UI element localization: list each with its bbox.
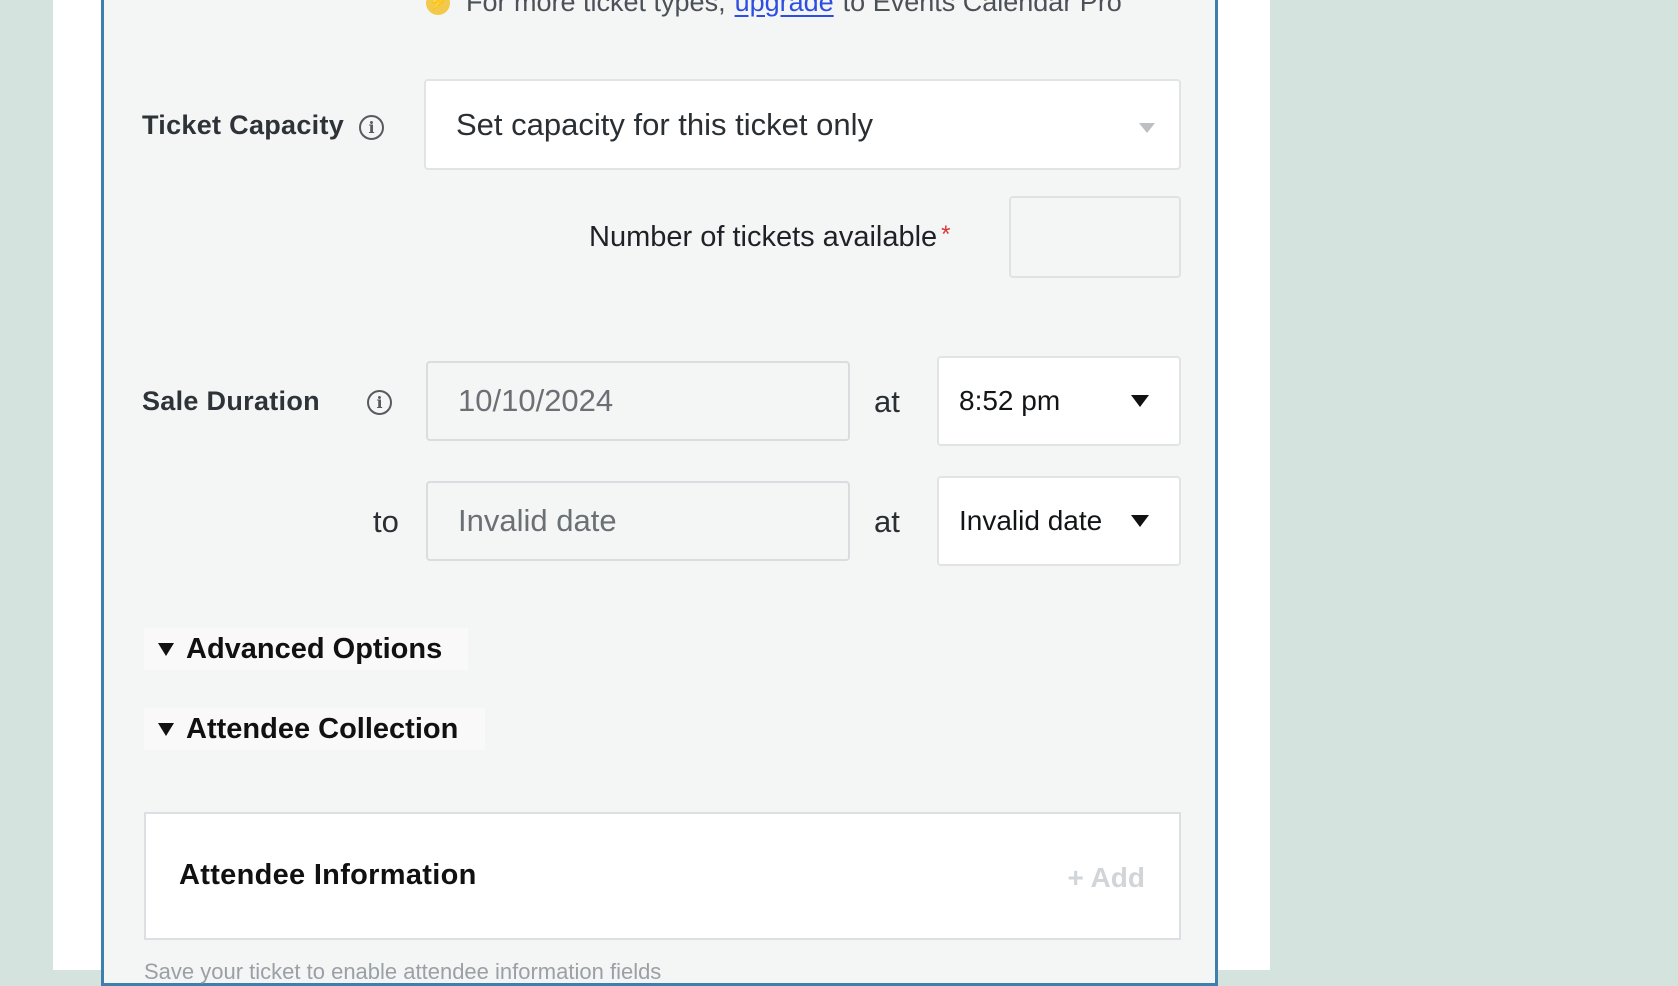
- upgrade-notice-prefix: For more ticket types,: [466, 0, 726, 17]
- attendee-collection-toggle[interactable]: Attendee Collection: [144, 708, 485, 750]
- info-icon[interactable]: i: [359, 115, 384, 140]
- tickets-available-input[interactable]: [1009, 196, 1181, 278]
- advanced-options-toggle[interactable]: Advanced Options: [144, 628, 468, 670]
- ticket-settings-panel: ⚡ For more ticket types, upgrade to Even…: [101, 0, 1218, 986]
- required-marker: *: [941, 221, 951, 248]
- lightning-bolt-icon: ⚡: [426, 0, 450, 15]
- triangle-down-icon: [158, 722, 174, 736]
- triangle-down-icon: [158, 642, 174, 656]
- tickets-available-text: Number of tickets available: [589, 221, 938, 253]
- end-time-select[interactable]: Invalid date: [937, 476, 1181, 566]
- ticket-capacity-select[interactable]: Set capacity for this ticket only: [424, 79, 1181, 170]
- info-icon[interactable]: i: [367, 390, 392, 415]
- to-label: to: [373, 504, 399, 539]
- attendee-help-text: Save your ticket to enable attendee info…: [144, 959, 662, 984]
- add-attendee-field-button[interactable]: + Add: [1067, 862, 1145, 894]
- upgrade-notice-suffix: to Events Calendar Pro: [842, 0, 1122, 17]
- attendee-information-box: Attendee Information + Add: [144, 812, 1181, 940]
- start-at-label: at: [874, 384, 900, 419]
- start-time-select[interactable]: 8:52 pm: [937, 356, 1181, 446]
- start-time-value: 8:52 pm: [959, 385, 1061, 416]
- caret-down-icon: [1131, 515, 1149, 527]
- attendee-collection-label: Attendee Collection: [186, 712, 459, 745]
- end-time-value: Invalid date: [959, 505, 1103, 536]
- ticket-capacity-selected: Set capacity for this ticket only: [456, 106, 873, 142]
- end-at-label: at: [874, 504, 900, 539]
- start-date-input[interactable]: 10/10/2024: [426, 361, 850, 441]
- advanced-options-label: Advanced Options: [186, 632, 443, 665]
- end-date-input[interactable]: Invalid date: [426, 481, 850, 561]
- caret-down-icon: [1131, 395, 1149, 407]
- tickets-available-label: Number of tickets available *: [589, 221, 951, 254]
- upgrade-notice: ⚡ For more ticket types, upgrade to Even…: [426, 0, 1122, 18]
- sale-duration-label: Sale Duration: [142, 386, 320, 416]
- attendee-information-title: Attendee Information: [179, 859, 477, 891]
- chevron-down-icon: [1139, 123, 1155, 133]
- ticket-capacity-label: Ticket Capacity: [142, 110, 345, 140]
- upgrade-link[interactable]: upgrade: [735, 0, 834, 18]
